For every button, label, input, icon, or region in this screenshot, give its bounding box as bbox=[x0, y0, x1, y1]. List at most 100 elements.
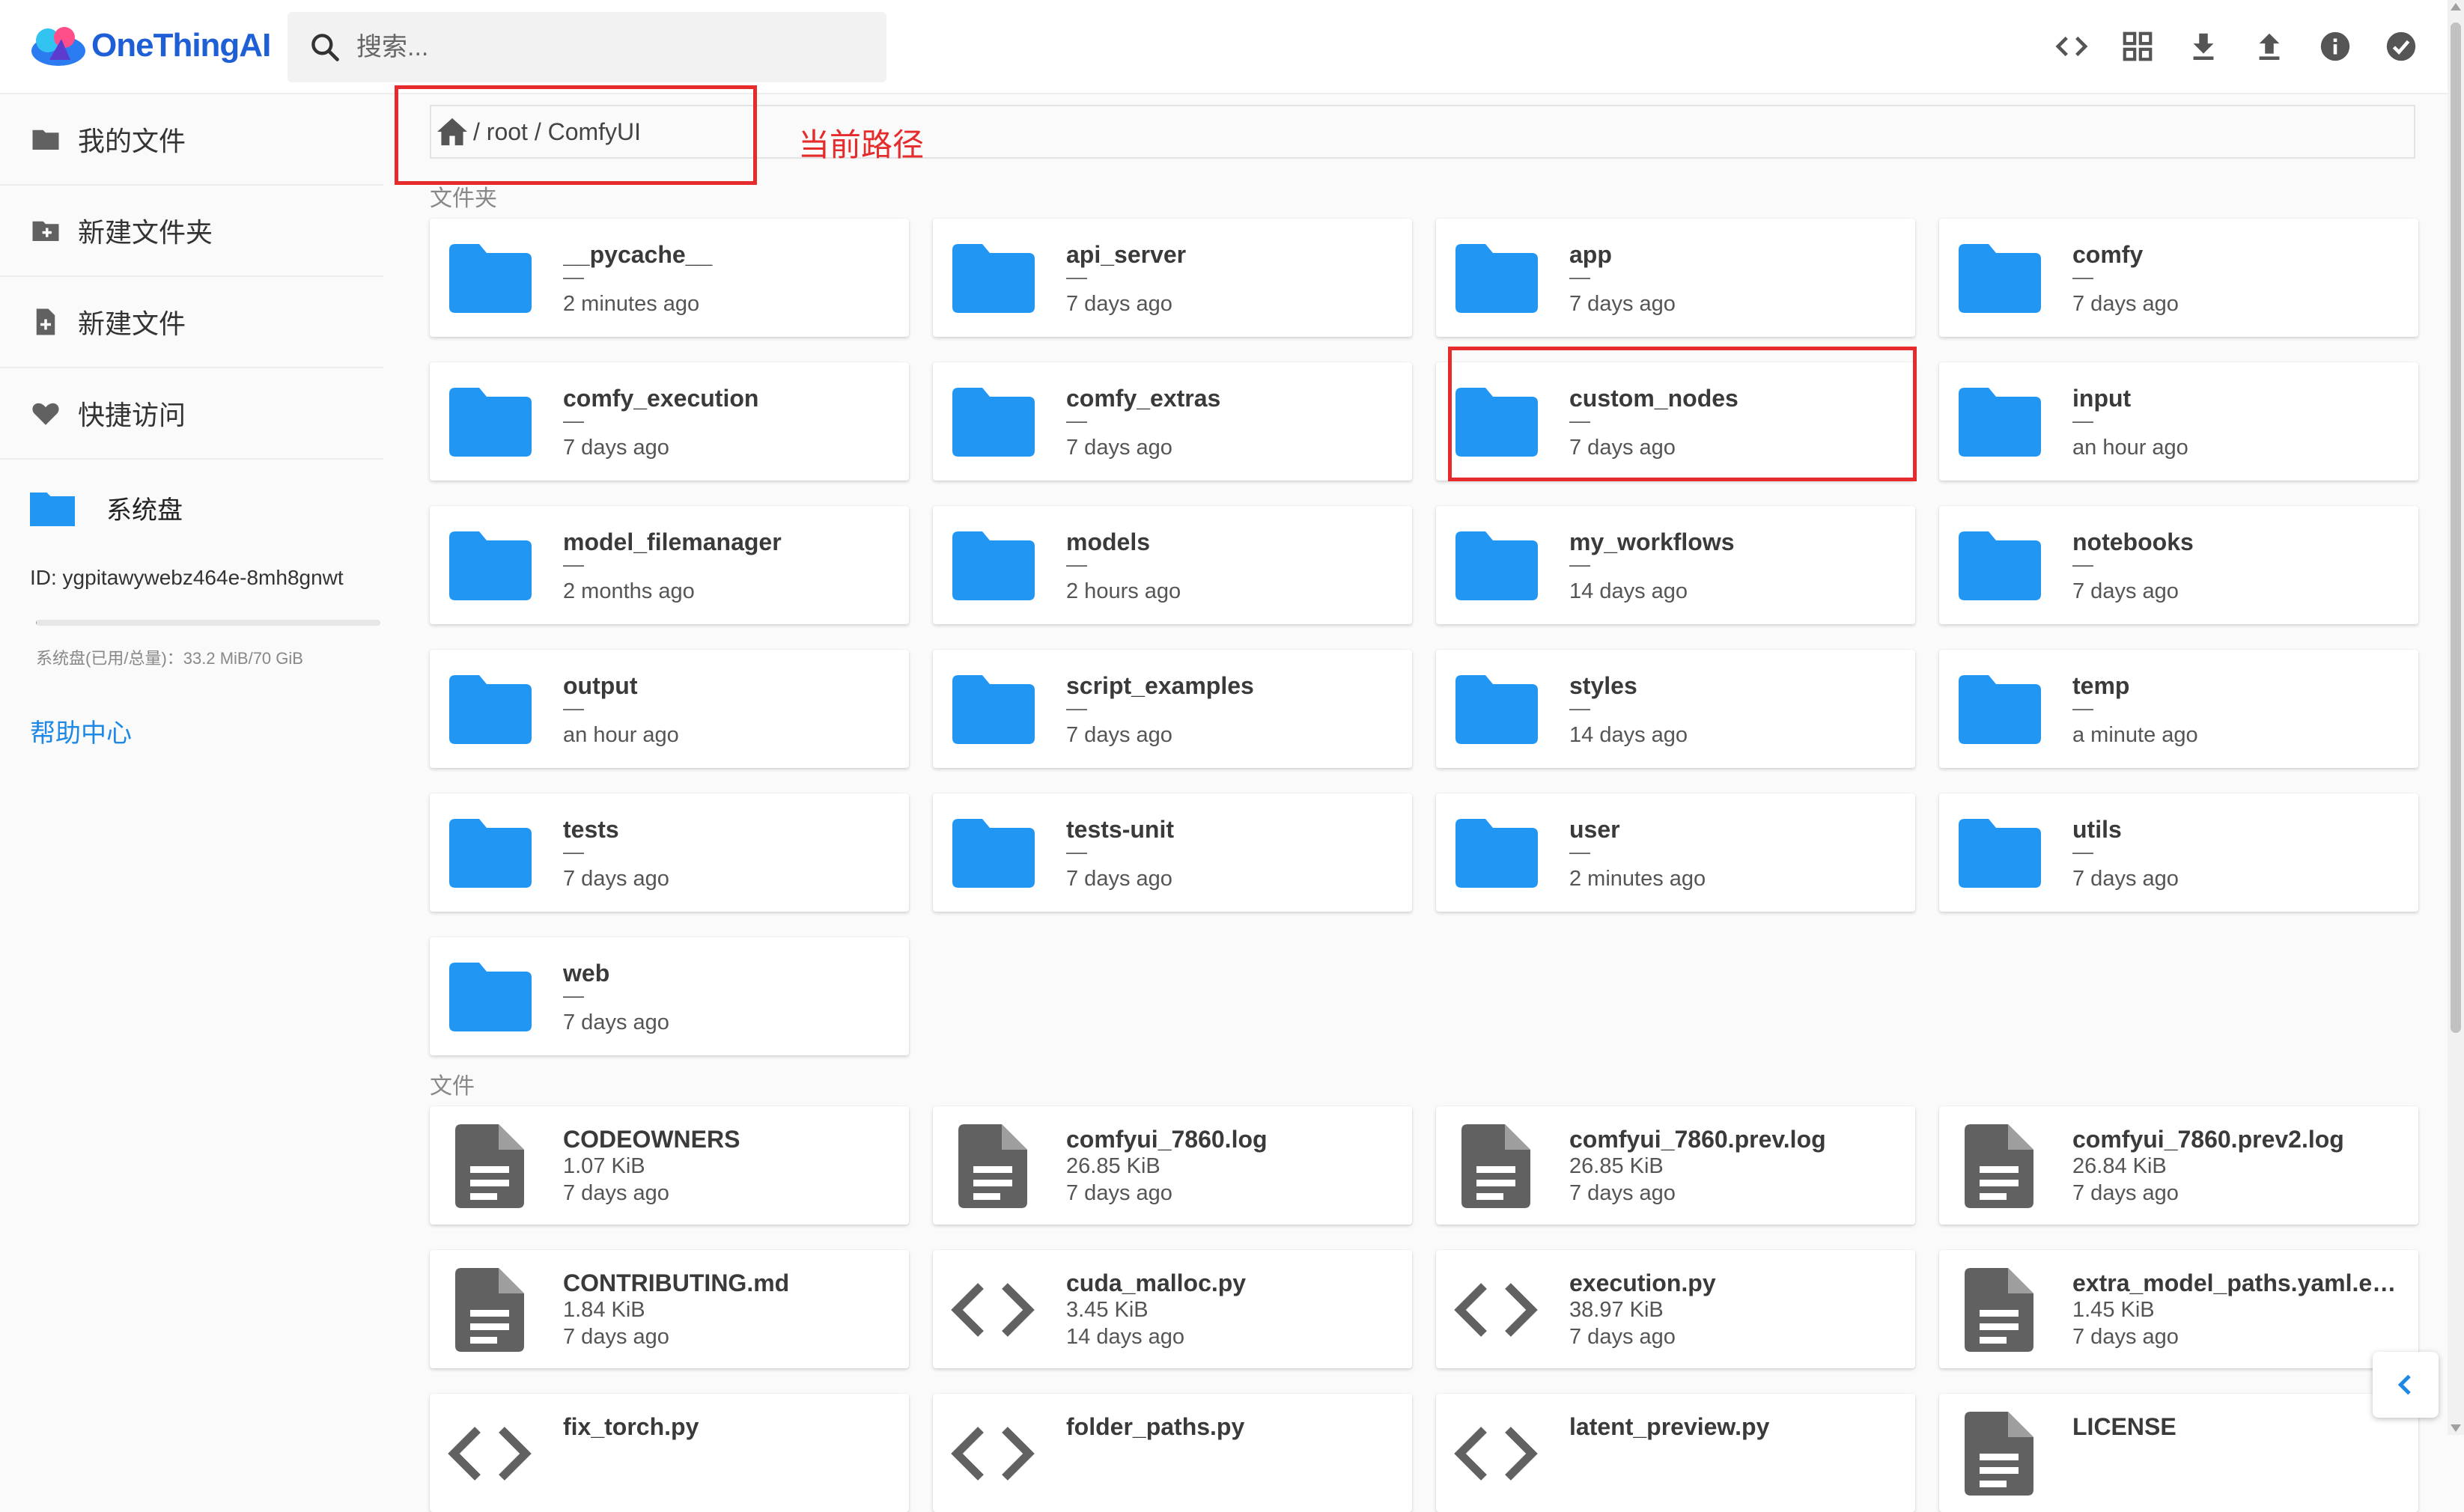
search-bar[interactable] bbox=[288, 12, 886, 82]
collapse-panel-button[interactable] bbox=[2373, 1352, 2439, 1418]
sidebar-item-new-file[interactable]: 新建文件 bbox=[0, 277, 383, 368]
folder-icon bbox=[449, 244, 532, 313]
folder-card[interactable]: api_server—7 days ago bbox=[933, 219, 1412, 337]
help-center-link[interactable]: 帮助中心 bbox=[0, 713, 383, 749]
file-card[interactable]: CONTRIBUTING.md1.84 KiB7 days ago bbox=[430, 1250, 909, 1368]
file-card[interactable]: comfyui_7860.prev2.log26.84 KiB7 days ag… bbox=[1939, 1106, 2418, 1225]
files-section-label: 文件 bbox=[430, 1067, 475, 1100]
folder-card[interactable]: utils—7 days ago bbox=[1939, 793, 2418, 912]
download-icon bbox=[2186, 29, 2221, 64]
file-icon bbox=[1461, 1124, 1530, 1208]
file-icon bbox=[1965, 1268, 2033, 1352]
folder-card[interactable]: comfy—7 days ago bbox=[1939, 219, 2418, 337]
file-card[interactable]: fix_torch.py bbox=[430, 1394, 909, 1512]
sidebar-item-system-disk[interactable]: 系统盘 bbox=[0, 460, 383, 555]
folder-card[interactable]: tests-unit—7 days ago bbox=[933, 793, 1412, 912]
folder-card[interactable]: app—7 days ago bbox=[1436, 219, 1915, 337]
sidebar-item-label: 快捷访问 bbox=[78, 394, 186, 433]
folder-card[interactable]: tests—7 days ago bbox=[430, 793, 909, 912]
folder-size-placeholder: — bbox=[2072, 552, 2093, 576]
upload-button[interactable] bbox=[2252, 22, 2287, 70]
folder-name: models bbox=[1066, 528, 1396, 556]
folder-icon bbox=[1455, 244, 1538, 313]
scroll-down-arrow[interactable] bbox=[2451, 1424, 2461, 1432]
file-modified: 7 days ago bbox=[563, 1181, 669, 1206]
folder-size-placeholder: — bbox=[1569, 696, 1590, 720]
folder-size-placeholder: — bbox=[563, 265, 584, 289]
select-all-button[interactable] bbox=[2384, 22, 2418, 70]
folder-card[interactable]: __pycache__—2 minutes ago bbox=[430, 219, 909, 337]
info-button[interactable] bbox=[2318, 22, 2352, 70]
file-modified: 7 days ago bbox=[2072, 1181, 2179, 1206]
code-icon bbox=[951, 1280, 1035, 1340]
new-folder-icon bbox=[30, 215, 61, 246]
folder-icon bbox=[1959, 819, 2041, 888]
folder-modified: 2 minutes ago bbox=[563, 292, 699, 317]
folder-card[interactable]: my_workflows—14 days ago bbox=[1436, 506, 1915, 624]
folder-modified: 7 days ago bbox=[2072, 867, 2179, 891]
folder-card[interactable]: output—an hour ago bbox=[430, 650, 909, 768]
toolbar bbox=[2054, 22, 2418, 70]
file-modified: 7 days ago bbox=[563, 1325, 669, 1350]
folder-card[interactable]: comfy_extras—7 days ago bbox=[933, 362, 1412, 481]
folder-card[interactable]: comfy_execution—7 days ago bbox=[430, 362, 909, 481]
folder-size-placeholder: — bbox=[1066, 552, 1087, 576]
code-icon bbox=[951, 1424, 1035, 1484]
sidebar-item-new-folder[interactable]: 新建文件夹 bbox=[0, 186, 383, 277]
file-card[interactable]: cuda_malloc.py3.45 KiB14 days ago bbox=[933, 1250, 1412, 1368]
scroll-thumb[interactable] bbox=[2451, 22, 2461, 1033]
file-modified: 14 days ago bbox=[1066, 1325, 1184, 1350]
file-card[interactable]: comfyui_7860.prev.log26.85 KiB7 days ago bbox=[1436, 1106, 1915, 1225]
file-icon bbox=[1965, 1124, 2033, 1208]
folder-card[interactable]: input—an hour ago bbox=[1939, 362, 2418, 481]
folder-modified: 7 days ago bbox=[1066, 723, 1172, 748]
file-card[interactable]: comfyui_7860.log26.85 KiB7 days ago bbox=[933, 1106, 1412, 1225]
file-modified: 7 days ago bbox=[1569, 1181, 1676, 1206]
folder-name: output bbox=[563, 672, 892, 700]
folder-card[interactable]: temp—a minute ago bbox=[1939, 650, 2418, 768]
folder-modified: 14 days ago bbox=[1569, 723, 1688, 748]
download-button[interactable] bbox=[2186, 22, 2221, 70]
file-card[interactable]: LICENSE bbox=[1939, 1394, 2418, 1512]
folder-modified: 7 days ago bbox=[563, 436, 669, 460]
folder-size-placeholder: — bbox=[563, 409, 584, 433]
file-card[interactable]: extra_model_paths.yaml.exa...1.45 KiB7 d… bbox=[1939, 1250, 2418, 1368]
brand-logo[interactable]: OneThingAI bbox=[28, 19, 270, 72]
folder-icon bbox=[449, 819, 532, 888]
scroll-up-arrow[interactable] bbox=[2451, 3, 2461, 10]
folder-card[interactable]: models—2 hours ago bbox=[933, 506, 1412, 624]
file-card[interactable]: execution.py38.97 KiB7 days ago bbox=[1436, 1250, 1915, 1368]
file-icon bbox=[958, 1124, 1027, 1208]
search-input[interactable] bbox=[356, 33, 866, 62]
folder-card[interactable]: model_filemanager—2 months ago bbox=[430, 506, 909, 624]
folder-modified: 7 days ago bbox=[563, 867, 669, 891]
sidebar-item-label: 我的文件 bbox=[78, 120, 186, 159]
file-card[interactable]: folder_paths.py bbox=[933, 1394, 1412, 1512]
file-name: cuda_malloc.py bbox=[1066, 1269, 1396, 1297]
scrollbar[interactable] bbox=[2448, 0, 2464, 1435]
folder-card[interactable]: notebooks—7 days ago bbox=[1939, 506, 2418, 624]
file-card[interactable]: CODEOWNERS1.07 KiB7 days ago bbox=[430, 1106, 909, 1225]
folder-card[interactable]: user—2 minutes ago bbox=[1436, 793, 1915, 912]
folder-card[interactable]: web—7 days ago bbox=[430, 937, 909, 1055]
sidebar-item-quick-access[interactable]: 快捷访问 bbox=[0, 368, 383, 460]
file-name: CODEOWNERS bbox=[563, 1126, 892, 1153]
folder-card[interactable]: script_examples—7 days ago bbox=[933, 650, 1412, 768]
folder-size-placeholder: — bbox=[1569, 265, 1590, 289]
folder-name: model_filemanager bbox=[563, 528, 892, 556]
file-name: comfyui_7860.log bbox=[1066, 1126, 1396, 1153]
grid-view-button[interactable] bbox=[2120, 22, 2155, 70]
file-icon bbox=[455, 1124, 524, 1208]
file-card[interactable]: latent_preview.py bbox=[1436, 1394, 1915, 1512]
code-view-button[interactable] bbox=[2054, 22, 2089, 70]
folder-card[interactable]: styles—14 days ago bbox=[1436, 650, 1915, 768]
file-modified: 7 days ago bbox=[2072, 1325, 2179, 1350]
folder-icon bbox=[1959, 388, 2041, 457]
sidebar: 我的文件 新建文件夹 新建文件 快捷访问 系统盘 ID: ygpitawyweb… bbox=[0, 94, 383, 1435]
sidebar-item-my-files[interactable]: 我的文件 bbox=[0, 94, 383, 186]
folder-size-placeholder: — bbox=[1066, 696, 1087, 720]
folder-size-placeholder: — bbox=[2072, 696, 2093, 720]
folder-size-placeholder: — bbox=[1066, 265, 1087, 289]
folder-size-placeholder: — bbox=[1066, 840, 1087, 864]
sidebar-item-label: 新建文件 bbox=[78, 302, 186, 341]
